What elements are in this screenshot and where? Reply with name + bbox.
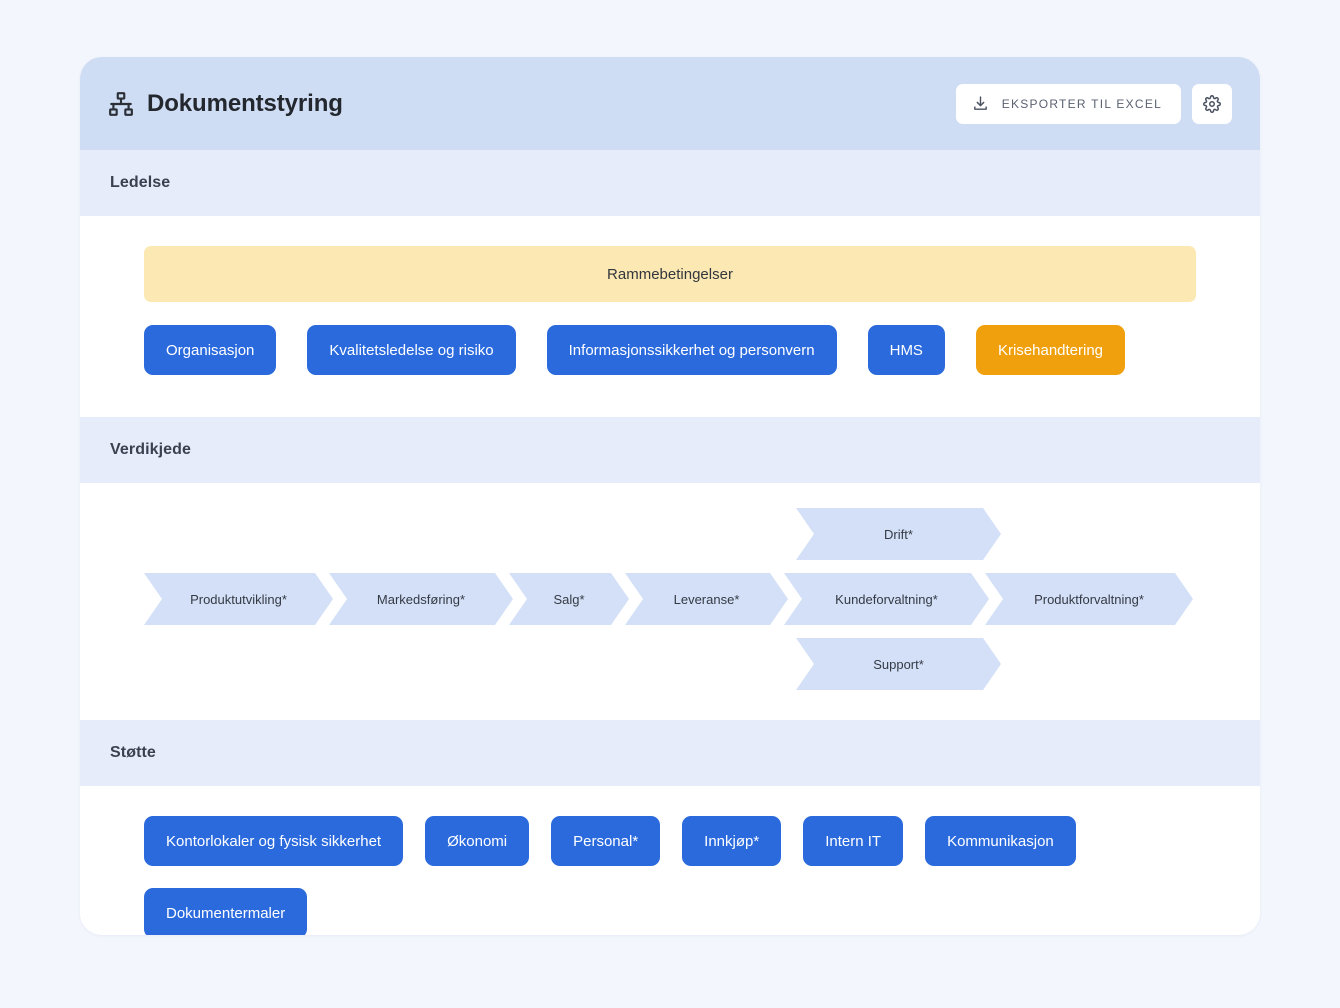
stotte-item-dokumentermaler[interactable]: Dokumentermaler bbox=[144, 888, 308, 935]
card-header: Dokumentstyring EKSPORTER TIL EXCEL bbox=[80, 57, 1260, 150]
value-chain-main-row: Produktutvikling* Markedsføring* Salg* L… bbox=[144, 573, 1189, 625]
header-actions: EKSPORTER TIL EXCEL bbox=[955, 83, 1232, 124]
section-body-stotte: Kontorlokaler og fysisk sikkerhet Økonom… bbox=[80, 786, 1260, 935]
ledelse-item-informasjonssikkerhet-og-personvern[interactable]: Informasjonssikkerhet og personvern bbox=[546, 325, 837, 375]
value-chain-step-leveranse[interactable]: Leveranse* bbox=[625, 573, 788, 625]
ledelse-item-organisasjon[interactable]: Organisasjon bbox=[144, 325, 277, 375]
value-chain-step-salg[interactable]: Salg* bbox=[509, 573, 629, 625]
value-chain-bottom-branch-row: Support* bbox=[144, 638, 997, 690]
stotte-item-intern-it[interactable]: Intern IT bbox=[803, 816, 904, 866]
value-chain-step-produktutvikling[interactable]: Produktutvikling* bbox=[144, 573, 333, 625]
stotte-item-kontorlokaler-og-fysisk-sikkerhet[interactable]: Kontorlokaler og fysisk sikkerhet bbox=[144, 816, 404, 866]
page-root: Dokumentstyring EKSPORTER TIL EXCEL Lede… bbox=[0, 0, 1340, 1008]
section-header-ledelse: Ledelse bbox=[80, 150, 1260, 216]
ledelse-item-list: Organisasjon Kvalitetsledelse og risiko … bbox=[144, 325, 1196, 375]
stotte-item-innkjop[interactable]: Innkjøp* bbox=[682, 816, 782, 866]
settings-button[interactable] bbox=[1192, 83, 1232, 124]
section-label-verdikjede: Verdikjede bbox=[110, 441, 192, 458]
gear-icon bbox=[1203, 94, 1221, 113]
ledelse-item-krisehandtering[interactable]: Krisehandtering bbox=[975, 325, 1126, 375]
stotte-item-kommunikasjon[interactable]: Kommunikasjon bbox=[925, 816, 1076, 866]
section-body-ledelse: Rammebetingelser Organisasjon Kvalitetsl… bbox=[80, 216, 1260, 417]
header-title-group: Dokumentstyring bbox=[108, 91, 956, 117]
value-chain-step-kundeforvaltning[interactable]: Kundeforvaltning* bbox=[784, 573, 989, 625]
download-icon bbox=[973, 96, 987, 110]
export-button-label: EKSPORTER TIL EXCEL bbox=[1001, 96, 1162, 111]
section-label-stotte: Støtte bbox=[110, 744, 156, 761]
stotte-item-personal[interactable]: Personal* bbox=[551, 816, 661, 866]
value-chain-step-markedsforing[interactable]: Markedsføring* bbox=[329, 573, 513, 625]
section-body-verdikjede: Drift* Produktutvikling* Markedsføring* … bbox=[80, 483, 1260, 720]
export-to-excel-button[interactable]: EKSPORTER TIL EXCEL bbox=[955, 83, 1181, 124]
section-header-verdikjede: Verdikjede bbox=[80, 417, 1260, 483]
value-chain-top-branch-row: Drift* bbox=[144, 508, 997, 560]
section-header-stotte: Støtte bbox=[80, 720, 1260, 786]
stotte-item-list: Kontorlokaler og fysisk sikkerhet Økonom… bbox=[144, 816, 1196, 935]
rammebetingelser-banner[interactable]: Rammebetingelser bbox=[144, 246, 1196, 302]
section-label-ledelse: Ledelse bbox=[110, 174, 171, 191]
ledelse-item-hms[interactable]: HMS bbox=[867, 325, 945, 375]
ledelse-item-kvalitetsledelse-og-risiko[interactable]: Kvalitetsledelse og risiko bbox=[307, 325, 516, 375]
value-chain-step-support[interactable]: Support* bbox=[796, 638, 1001, 690]
document-management-card: Dokumentstyring EKSPORTER TIL EXCEL Lede… bbox=[80, 57, 1260, 935]
value-chain-step-drift[interactable]: Drift* bbox=[796, 508, 1001, 560]
value-chain-step-produktforvaltning[interactable]: Produktforvaltning* bbox=[985, 573, 1193, 625]
sitemap-icon bbox=[109, 91, 133, 116]
rammebetingelser-banner-label: Rammebetingelser bbox=[607, 265, 733, 283]
stotte-item-okonomi[interactable]: Økonomi bbox=[425, 816, 530, 866]
page-title: Dokumentstyring bbox=[147, 89, 343, 117]
